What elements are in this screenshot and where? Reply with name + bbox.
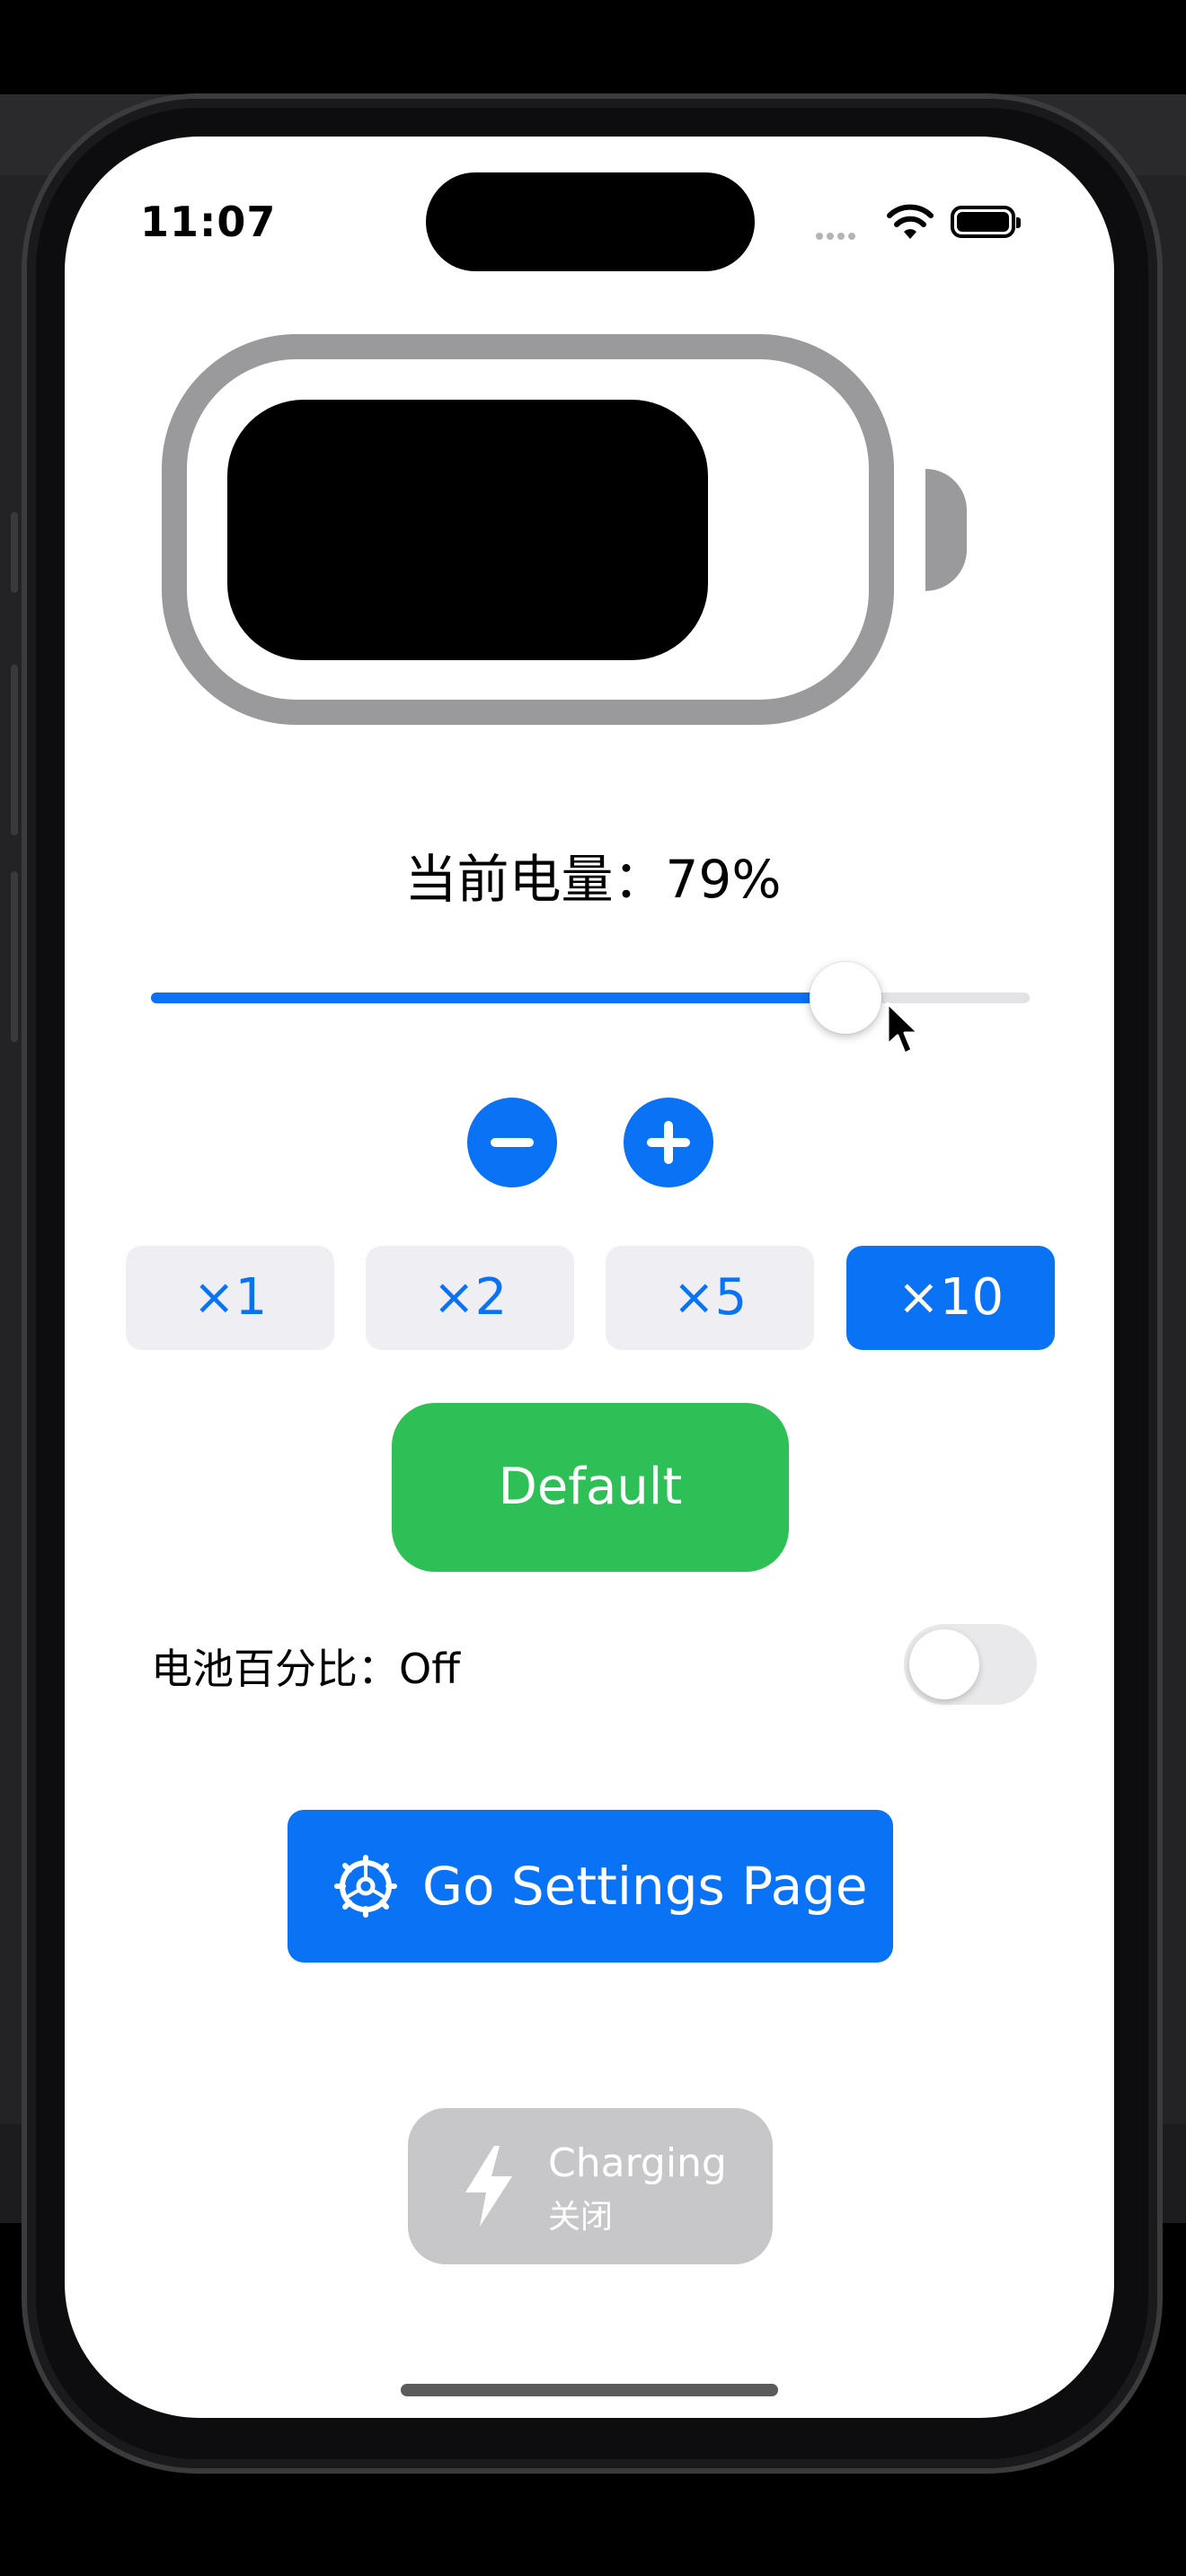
increment-button[interactable] [624,1098,713,1187]
multiplier-x1-button[interactable]: ×1 [126,1246,334,1350]
toggle-knob [909,1629,979,1699]
go-settings-button[interactable]: Go Settings Page [288,1810,893,1963]
charging-button[interactable]: Charging 关闭 [408,2108,773,2264]
cellular-signal-icon [816,226,859,243]
dynamic-island [426,172,755,271]
battery-illustration [162,334,894,725]
slider-thumb[interactable] [809,962,881,1034]
home-indicator[interactable] [401,2384,778,2396]
status-time: 11:07 [140,198,277,246]
phone-volume-down [11,871,18,1042]
battery-percentage-label: 电池百分比：Off [151,1645,460,1693]
gear-icon [334,1855,397,1918]
status-battery-icon [951,206,1021,238]
multiplier-x2-button[interactable]: ×2 [366,1246,574,1350]
go-settings-label: Go Settings Page [422,1856,868,1917]
battery-level-fill [227,400,708,660]
multiplier-x5-button[interactable]: ×5 [606,1246,814,1350]
charging-title: Charging [548,2140,727,2186]
phone-side-button [11,512,18,593]
battery-level-text: 当前电量：79% [404,849,782,910]
phone-volume-up [11,665,18,835]
bolt-icon [465,2146,512,2227]
decrement-button[interactable] [467,1098,557,1187]
wifi-icon [887,204,934,239]
battery-percentage-toggle[interactable] [904,1624,1037,1705]
default-button[interactable]: Default [392,1403,789,1572]
charging-status: 关闭 [548,2199,614,2236]
multiplier-x10-button[interactable]: ×10 [846,1246,1055,1350]
slider-fill [151,992,845,1003]
mouse-cursor-icon [886,1001,920,1055]
minus-icon [491,1138,534,1147]
